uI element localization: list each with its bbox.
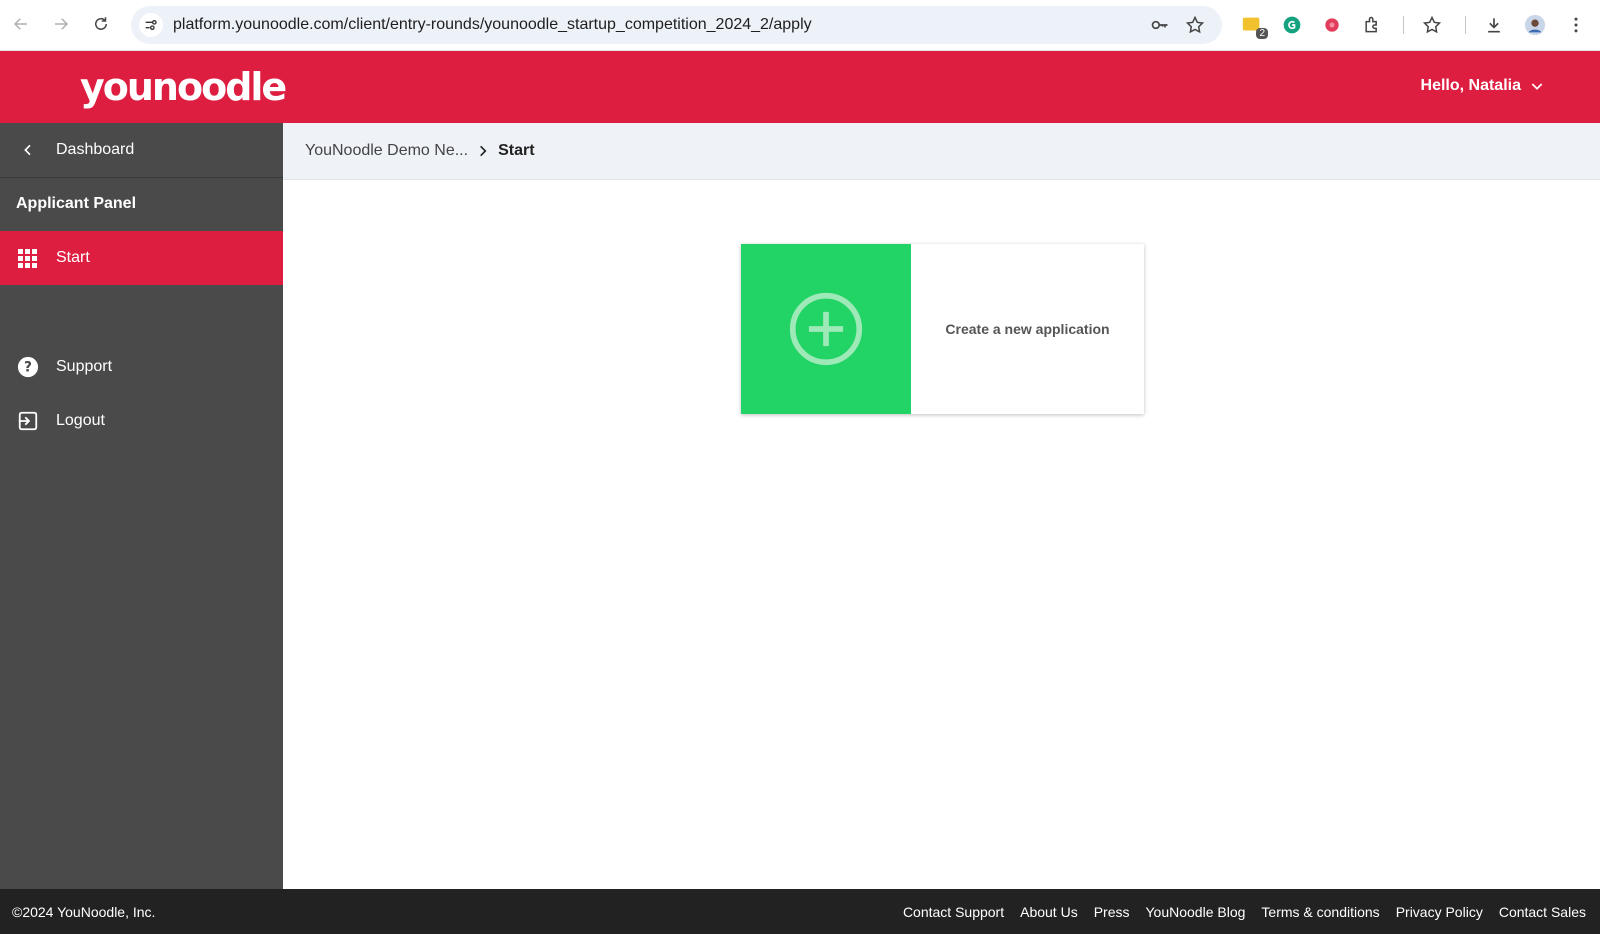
footer-link-privacy[interactable]: Privacy Policy — [1396, 904, 1483, 920]
breadcrumb: YouNoodle Demo Ne... Start — [283, 123, 1600, 180]
user-menu[interactable]: Hello, Natalia — [1421, 77, 1545, 95]
back-button[interactable] — [9, 12, 33, 36]
address-bar[interactable]: platform.younoodle.com/client/entry-roun… — [131, 6, 1222, 44]
toolbar-separator — [1465, 16, 1466, 34]
user-greeting: Hello, Natalia — [1420, 77, 1521, 94]
site-settings-icon[interactable] — [139, 13, 163, 37]
applicant-panel-title: Applicant Panel — [16, 195, 137, 212]
puzzle-extensions-icon[interactable] — [1360, 13, 1384, 37]
bookmark-star-icon[interactable] — [1185, 15, 1205, 35]
grammarly-icon[interactable] — [1280, 13, 1304, 37]
footer-link-contact-support[interactable]: Contact Support — [903, 904, 1004, 920]
more-menu-icon[interactable] — [1564, 13, 1588, 37]
younoodle-logo[interactable]: younoodle — [80, 65, 287, 109]
footer-link-contact-sales[interactable]: Contact Sales — [1499, 904, 1586, 920]
extension-badge-icon[interactable]: 2 — [1240, 13, 1268, 39]
url-text[interactable]: platform.younoodle.com/client/entry-roun… — [173, 16, 812, 34]
help-circle-icon: ? — [0, 356, 56, 378]
sidebar-item-dashboard[interactable]: Dashboard — [0, 123, 283, 178]
sidebar-item-label: Support — [56, 358, 113, 375]
create-application-label[interactable]: Create a new application — [911, 244, 1144, 414]
logout-icon — [0, 410, 56, 432]
reading-list-icon[interactable] — [1420, 13, 1444, 37]
sidebar-item-label: Start — [56, 249, 90, 266]
reload-button[interactable] — [89, 12, 113, 36]
flower-extension-icon[interactable] — [1320, 13, 1344, 37]
copyright-text: ©2024 YouNoodle, Inc. — [12, 903, 156, 920]
create-application-tile[interactable] — [741, 244, 911, 414]
grid-icon — [0, 248, 56, 268]
profile-avatar-icon[interactable] — [1523, 13, 1547, 37]
svg-text:?: ? — [24, 360, 32, 376]
browser-toolbar: platform.younoodle.com/client/entry-roun… — [0, 0, 1600, 51]
arrow-left-icon — [13, 18, 27, 30]
breadcrumb-parent[interactable]: YouNoodle Demo Ne... — [305, 142, 468, 160]
footer-link-terms[interactable]: Terms & conditions — [1261, 904, 1379, 920]
footer-link-about-us[interactable]: About Us — [1020, 904, 1078, 920]
app-header: younoodle Hello, Natalia — [0, 51, 1600, 123]
arrow-right-icon — [55, 18, 69, 30]
sidebar-item-start[interactable]: Start — [0, 231, 283, 285]
breadcrumb-current: Start — [498, 142, 535, 159]
password-key-icon[interactable] — [1150, 15, 1170, 35]
footer-links: Contact Support About Us Press YouNoodle… — [903, 904, 1586, 920]
toolbar-separator — [1403, 16, 1404, 34]
plus-circle-icon — [789, 292, 863, 366]
sidebar-item-logout[interactable]: Logout — [0, 399, 283, 443]
reload-icon — [95, 17, 107, 30]
footer: ©2024 YouNoodle, Inc. Contact Support Ab… — [0, 889, 1600, 934]
chevron-right-icon — [476, 144, 490, 158]
chevron-left-icon — [0, 142, 56, 158]
sidebar-item-support[interactable]: ? Support — [0, 345, 283, 389]
sidebar-item-label: Logout — [56, 412, 105, 429]
extension-badge-count: 2 — [1256, 28, 1268, 39]
footer-link-press[interactable]: Press — [1094, 904, 1130, 920]
create-application-card[interactable]: Create a new application — [741, 244, 1144, 414]
sidebar-item-label: Dashboard — [56, 141, 135, 158]
chevron-down-icon — [1531, 83, 1543, 90]
footer-link-blog[interactable]: YouNoodle Blog — [1146, 904, 1246, 920]
forward-button[interactable] — [49, 12, 73, 36]
sidebar: Dashboard Applicant Panel Start ? Suppor… — [0, 123, 283, 889]
download-icon[interactable] — [1482, 13, 1506, 37]
